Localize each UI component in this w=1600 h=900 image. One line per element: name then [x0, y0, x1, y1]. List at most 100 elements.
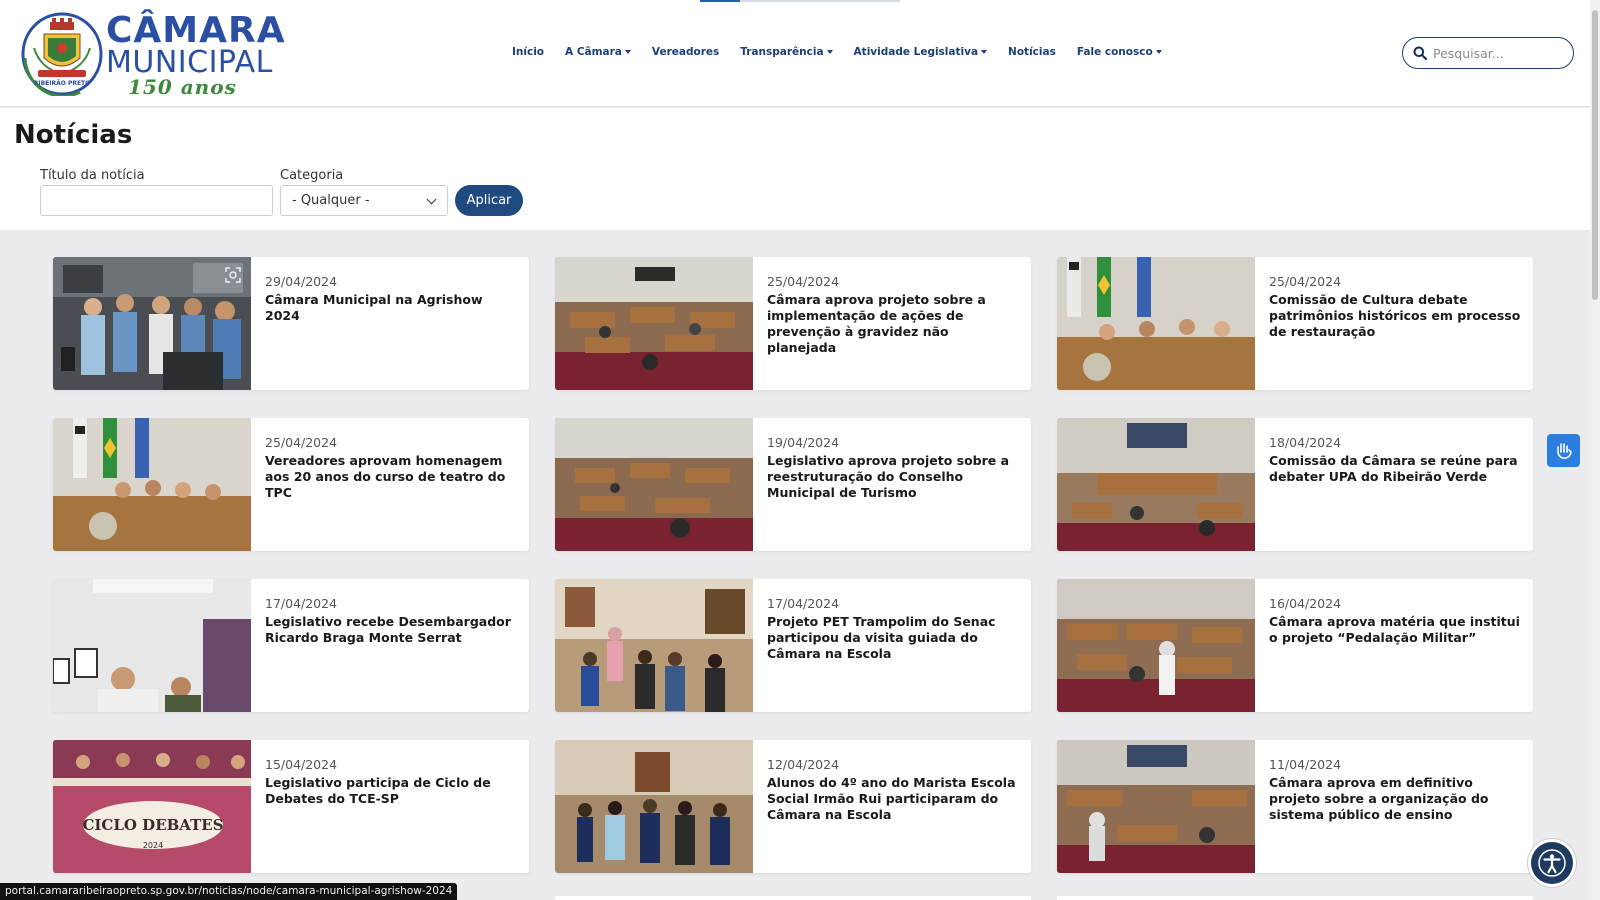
category-filter-label: Categoria	[280, 168, 344, 183]
search-input[interactable]	[1433, 45, 1563, 61]
search-box[interactable]	[1402, 37, 1574, 69]
plenary-photo-image	[1057, 579, 1255, 712]
nav-item-transparencia[interactable]: Transparência	[740, 46, 833, 58]
logo-line-municipal: MUNICIPAL	[106, 45, 273, 80]
nav-item-noticias[interactable]: Notícias	[1008, 46, 1056, 58]
news-card[interactable]: 29/04/2024 Câmara Municipal na Agrishow …	[53, 257, 529, 390]
news-date: 29/04/2024	[265, 274, 338, 289]
site-logo[interactable]: RIBEIRÃO PRETO CÂMARA MUNICIPAL 150 anos	[20, 8, 285, 98]
filter-section: Notícias Título da notícia Categoria - Q…	[0, 108, 1590, 230]
news-date: 12/04/2024	[767, 757, 840, 772]
category-selected-value: - Qualquer -	[292, 193, 370, 208]
news-date: 17/04/2024	[265, 596, 338, 611]
plenary-photo-image	[555, 257, 753, 390]
nav-item-inicio[interactable]: Início	[512, 46, 544, 58]
news-thumbnail[interactable]	[555, 579, 753, 712]
news-date: 11/04/2024	[1269, 757, 1342, 772]
news-card[interactable]: 17/04/2024 Projeto PET Trampolim do Sena…	[555, 579, 1031, 712]
sign-language-icon	[1556, 442, 1572, 459]
plenary-photo-image	[1057, 418, 1255, 551]
nav-item-atividade-legislativa[interactable]: Atividade Legislativa	[854, 46, 988, 58]
next-row-card-peek	[1057, 896, 1533, 900]
page-scrollbar[interactable]	[1590, 0, 1600, 900]
search-icon	[1413, 46, 1427, 60]
news-thumbnail[interactable]	[53, 579, 251, 712]
top-loading-indicator	[700, 0, 900, 2]
news-date: 17/04/2024	[767, 596, 840, 611]
accessibility-icon	[1538, 849, 1566, 877]
news-title-link[interactable]: Câmara aprova em definitivo projeto sobr…	[1269, 775, 1521, 823]
news-card[interactable]: 25/04/2024 Vereadores aprovam homenagem …	[53, 418, 529, 551]
news-card[interactable]: 16/04/2024 Câmara aprova matéria que ins…	[1057, 579, 1533, 712]
visit-photo-image	[555, 740, 753, 873]
next-row-card-peek	[555, 896, 1031, 900]
nav-item-a-camara[interactable]: A Câmara	[565, 46, 631, 58]
news-card[interactable]: 19/04/2024 Legislativo aprova projeto so…	[555, 418, 1031, 551]
caret-down-icon	[826, 50, 833, 54]
news-date: 25/04/2024	[265, 435, 338, 450]
news-title-link[interactable]: Câmara aprova projeto sobre a implementa…	[767, 292, 1019, 356]
news-date: 15/04/2024	[265, 757, 338, 772]
news-title-link[interactable]: Comissão da Câmara se reúne para debater…	[1269, 453, 1521, 485]
apply-button[interactable]: Aplicar	[455, 185, 523, 216]
news-title-link[interactable]: Câmara aprova matéria que institui o pro…	[1269, 614, 1521, 646]
site-header: RIBEIRÃO PRETO CÂMARA MUNICIPAL 150 anos…	[0, 0, 1590, 107]
news-thumbnail[interactable]: CICLO DEBATES 2024	[53, 740, 251, 873]
nav-item-fale-conosco[interactable]: Fale conosco	[1077, 46, 1162, 58]
svg-text:2024: 2024	[143, 841, 163, 850]
news-thumbnail[interactable]	[1057, 579, 1255, 712]
office-photo-image	[53, 579, 251, 712]
news-thumbnail[interactable]	[555, 418, 753, 551]
svg-text:CICLO DEBATES: CICLO DEBATES	[82, 816, 223, 834]
news-date: 16/04/2024	[1269, 596, 1342, 611]
news-card[interactable]: 12/04/2024 Alunos do 4º ano do Marista E…	[555, 740, 1031, 873]
news-thumbnail[interactable]	[1057, 257, 1255, 390]
news-date: 25/04/2024	[1269, 274, 1342, 289]
visit-photo-image	[555, 579, 753, 712]
news-title-link[interactable]: Vereadores aprovam homenagem aos 20 anos…	[265, 453, 517, 501]
main-nav: Início A Câmara Vereadores Transparência…	[512, 46, 1183, 58]
svg-text:RIBEIRÃO PRETO: RIBEIRÃO PRETO	[34, 80, 91, 87]
accessibility-button[interactable]	[1531, 842, 1573, 884]
news-title-link[interactable]: Legislativo participa de Ciclo de Debate…	[265, 775, 517, 807]
news-thumbnail[interactable]	[1057, 418, 1255, 551]
page-title: Notícias	[14, 120, 133, 150]
news-thumbnail[interactable]	[1057, 740, 1255, 873]
news-title-link[interactable]: Alunos do 4º ano do Marista Escola Socia…	[767, 775, 1019, 823]
logo-wordmark: CÂMARA MUNICIPAL 150 anos	[106, 10, 286, 99]
news-card[interactable]: 25/04/2024 Comissão de Cultura debate pa…	[1057, 257, 1533, 390]
caret-down-icon	[1155, 50, 1162, 54]
news-thumbnail[interactable]	[53, 418, 251, 551]
news-thumbnail[interactable]	[555, 257, 753, 390]
title-filter-input[interactable]	[40, 185, 273, 216]
logo-line-camara: CÂMARA	[106, 10, 286, 51]
news-card[interactable]: 17/04/2024 Legislativo recebe Desembarga…	[53, 579, 529, 712]
debates-photo-image: CICLO DEBATES 2024	[53, 740, 251, 873]
nav-item-vereadores[interactable]: Vereadores	[652, 46, 719, 58]
news-thumbnail[interactable]	[53, 257, 251, 390]
news-title-link[interactable]: Legislativo aprova projeto sobre a reest…	[767, 453, 1019, 501]
sign-language-button[interactable]	[1547, 434, 1580, 467]
plenary-photo-image	[555, 418, 753, 551]
news-title-link[interactable]: Câmara Municipal na Agrishow 2024	[265, 292, 517, 324]
plenary-photo-image	[1057, 740, 1255, 873]
news-card[interactable]: 25/04/2024 Câmara aprova projeto sobre a…	[555, 257, 1031, 390]
category-select[interactable]: - Qualquer -	[280, 185, 448, 216]
news-card[interactable]: CICLO DEBATES 2024 15/04/2024 Legislativ…	[53, 740, 529, 873]
scrollbar-thumb[interactable]	[1592, 10, 1598, 300]
news-card[interactable]: 18/04/2024 Comissão da Câmara se reúne p…	[1057, 418, 1533, 551]
news-title-link[interactable]: Comissão de Cultura debate patrimônios h…	[1269, 292, 1521, 340]
news-thumbnail[interactable]	[555, 740, 753, 873]
news-title-link[interactable]: Projeto PET Trampolim do Senac participo…	[767, 614, 1019, 662]
status-bar-url: portal.camararibeiraopreto.sp.gov.br/not…	[0, 883, 458, 900]
news-date: 18/04/2024	[1269, 435, 1342, 450]
committee-photo-image	[53, 418, 251, 551]
news-date: 25/04/2024	[767, 274, 840, 289]
news-card[interactable]: 11/04/2024 Câmara aprova em definitivo p…	[1057, 740, 1533, 873]
committee-photo-image	[1057, 257, 1255, 390]
logo-line-anniversary: 150 anos	[128, 75, 237, 99]
news-title-link[interactable]: Legislativo recebe Desembargador Ricardo…	[265, 614, 517, 646]
caret-down-icon	[624, 50, 631, 54]
image-zoom-icon[interactable]	[225, 267, 241, 283]
chevron-down-icon	[426, 194, 437, 205]
